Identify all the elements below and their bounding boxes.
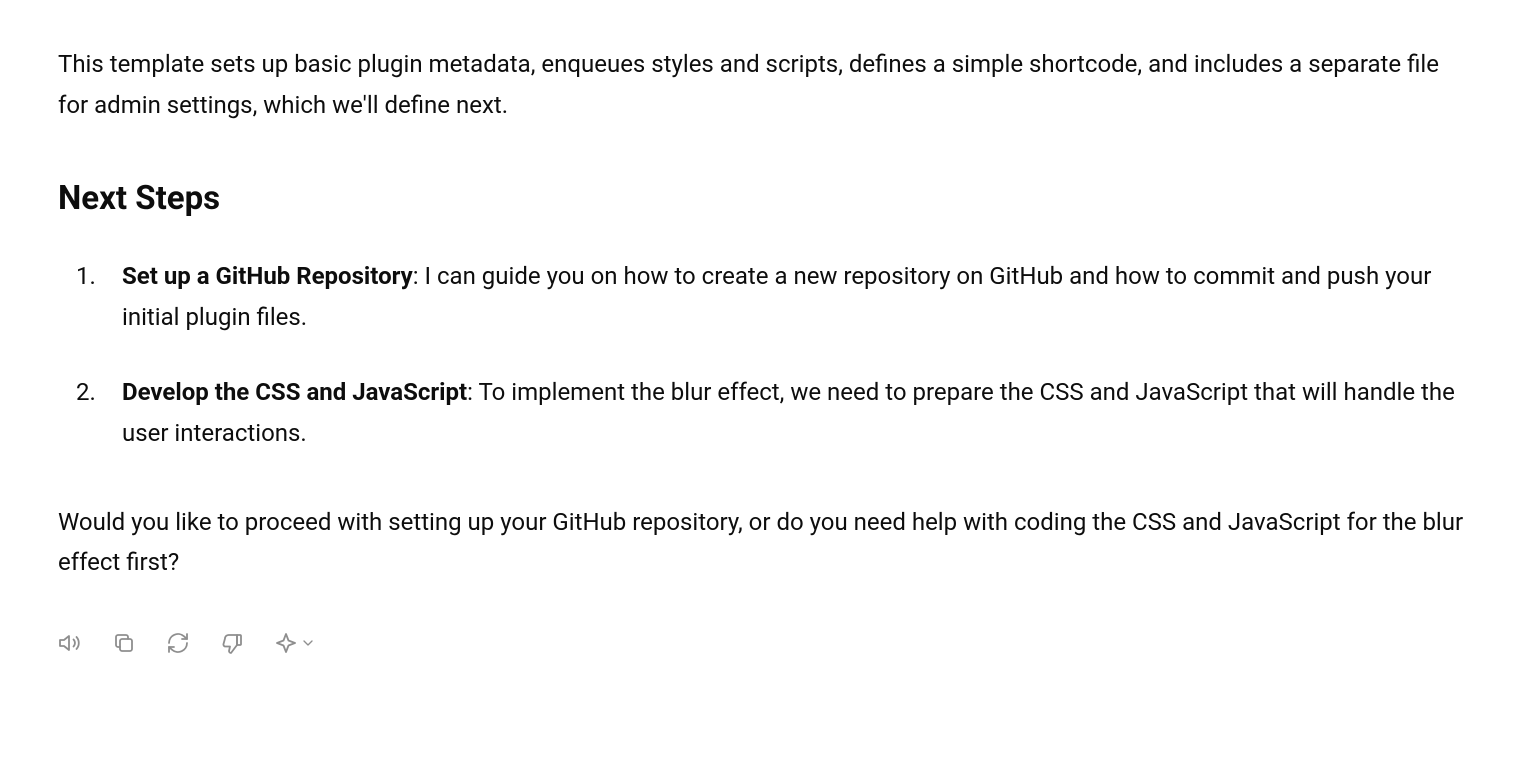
copy-button[interactable] bbox=[112, 631, 136, 658]
refresh-icon bbox=[166, 631, 190, 658]
dislike-button[interactable] bbox=[220, 631, 244, 658]
speaker-icon bbox=[58, 631, 82, 658]
regenerate-button[interactable] bbox=[166, 631, 190, 658]
intro-paragraph: This template sets up basic plugin metad… bbox=[58, 44, 1474, 126]
list-item: Develop the CSS and JavaScript: To imple… bbox=[76, 372, 1474, 454]
next-steps-heading: Next Steps bbox=[58, 178, 1474, 221]
change-model-button[interactable] bbox=[274, 631, 316, 658]
message-toolbar bbox=[58, 631, 1474, 658]
step-title: Set up a GitHub Repository bbox=[122, 262, 413, 290]
chevron-down-icon bbox=[300, 635, 316, 654]
steps-list: Set up a GitHub Repository: I can guide … bbox=[58, 256, 1474, 453]
read-aloud-button[interactable] bbox=[58, 631, 82, 658]
step-title: Develop the CSS and JavaScript bbox=[122, 378, 467, 406]
list-item: Set up a GitHub Repository: I can guide … bbox=[76, 256, 1474, 338]
thumbs-down-icon bbox=[220, 631, 244, 658]
sparkle-icon bbox=[274, 631, 298, 658]
closing-paragraph: Would you like to proceed with setting u… bbox=[58, 502, 1474, 584]
copy-icon bbox=[112, 631, 136, 658]
